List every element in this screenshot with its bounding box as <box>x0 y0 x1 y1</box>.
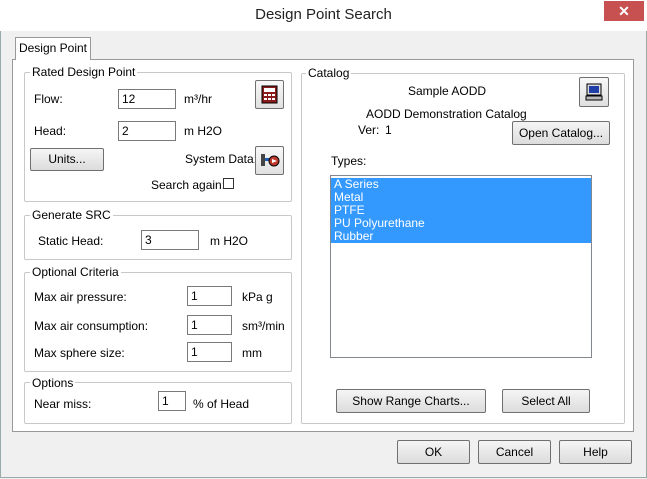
options-legend: Options <box>30 376 76 390</box>
cancel-button[interactable]: Cancel <box>478 440 551 464</box>
flow-input[interactable] <box>118 89 176 109</box>
max-sphere-size-label: Max sphere size: <box>34 346 125 360</box>
max-air-consumption-label: Max air consumption: <box>34 319 149 333</box>
pump-curve-icon <box>261 154 280 167</box>
calculator-icon <box>261 85 278 104</box>
near-miss-input[interactable] <box>158 391 186 411</box>
computer-button[interactable] <box>579 77 609 107</box>
catalog-version-value: 1 <box>385 123 392 137</box>
open-catalog-button[interactable]: Open Catalog... <box>512 121 610 145</box>
close-button[interactable]: ✕ <box>604 1 644 21</box>
list-item[interactable]: Metal <box>331 191 591 204</box>
max-air-pressure-input[interactable] <box>187 286 232 306</box>
flow-unit: m³/hr <box>184 92 212 106</box>
near-miss-unit: % of Head <box>193 397 250 411</box>
optional-criteria-legend: Optional Criteria <box>30 265 121 279</box>
max-air-consumption-unit: sm³/min <box>242 319 285 333</box>
window-title: Design Point Search <box>255 6 392 23</box>
max-air-consumption-input[interactable] <box>187 315 232 335</box>
head-input[interactable] <box>118 121 176 141</box>
catalog-description: AODD Demonstration Catalog <box>366 107 527 121</box>
system-data-button[interactable] <box>255 146 284 175</box>
max-sphere-size-unit: mm <box>242 346 262 360</box>
flow-label: Flow: <box>34 92 63 106</box>
generate-src-legend: Generate SRC <box>30 208 113 222</box>
close-icon: ✕ <box>618 3 630 19</box>
tab-design-point[interactable]: Design Point <box>15 37 91 60</box>
static-head-input[interactable] <box>141 230 199 250</box>
list-item[interactable]: A Series <box>331 178 591 191</box>
units-button[interactable]: Units... <box>30 148 104 171</box>
select-all-button[interactable]: Select All <box>502 389 590 413</box>
near-miss-label: Near miss: <box>34 397 92 411</box>
head-label: Head: <box>34 124 67 138</box>
calculator-button[interactable] <box>255 80 284 109</box>
types-listbox[interactable]: A Series Metal PTFE PU Polyurethane Rubb… <box>330 175 592 358</box>
computer-icon <box>585 83 603 101</box>
max-sphere-size-input[interactable] <box>187 342 232 362</box>
static-head-label: Static Head: <box>38 234 104 248</box>
catalog-version-label: Ver: <box>358 123 380 137</box>
types-label: Types: <box>331 154 367 168</box>
search-again-label: Search again: <box>151 178 226 192</box>
show-range-charts-button[interactable]: Show Range Charts... <box>336 389 486 413</box>
search-again-checkbox[interactable] <box>223 178 234 189</box>
max-air-pressure-unit: kPa g <box>242 290 273 304</box>
system-data-label: System Data: <box>185 152 258 166</box>
list-item[interactable]: Rubber <box>331 230 591 243</box>
catalog-legend: Catalog <box>306 66 352 80</box>
ok-button[interactable]: OK <box>397 440 470 464</box>
head-unit: m H2O <box>184 124 223 138</box>
static-head-unit: m H2O <box>210 234 249 248</box>
catalog-name: Sample AODD <box>408 84 487 98</box>
help-button[interactable]: Help <box>559 440 632 464</box>
rated-design-point-legend: Rated Design Point <box>30 65 138 79</box>
max-air-pressure-label: Max air pressure: <box>34 290 127 304</box>
